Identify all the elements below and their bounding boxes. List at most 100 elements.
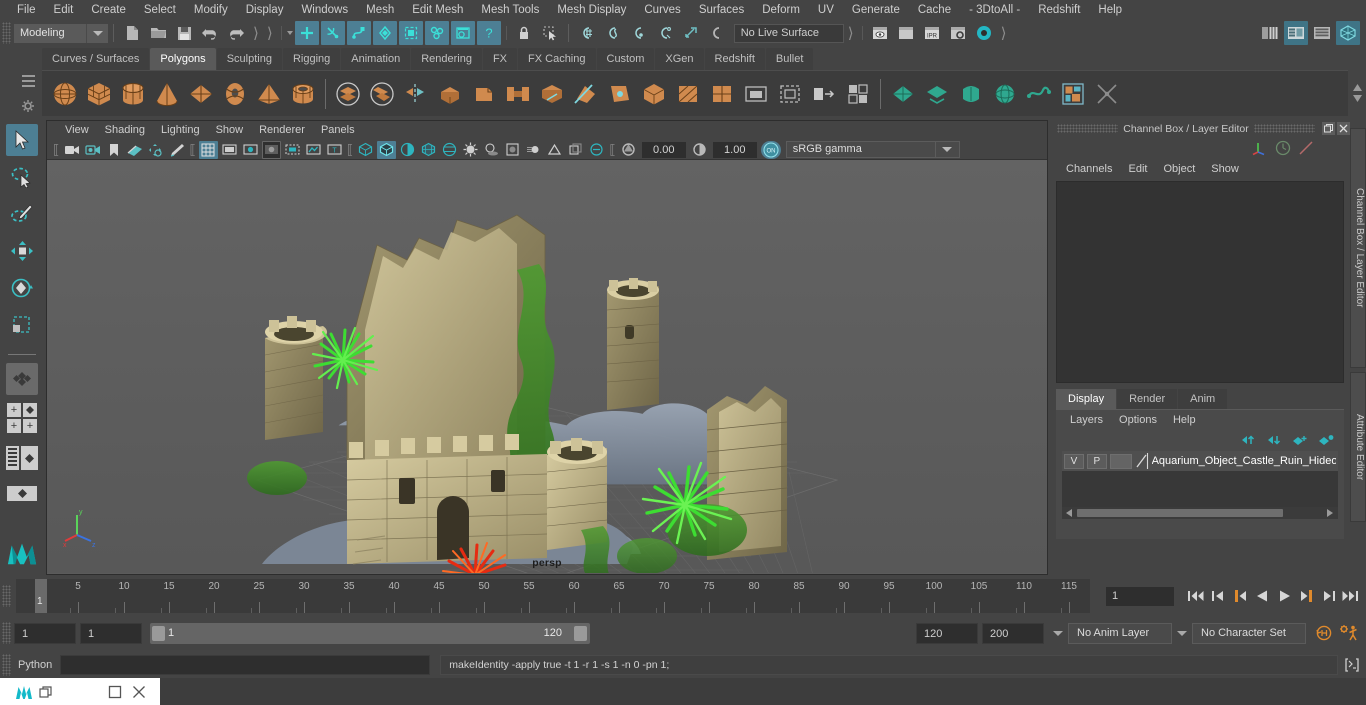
poly-cone-icon[interactable]	[150, 74, 184, 114]
layer-color-swatch[interactable]	[1109, 453, 1132, 469]
layer-menu-layers[interactable]: Layers	[1062, 414, 1111, 426]
auto-keyframe-icon[interactable]	[1312, 622, 1336, 644]
save-scene-icon[interactable]	[172, 21, 196, 45]
maya-app-icon[interactable]	[14, 681, 34, 702]
color-management-icon[interactable]: ON	[760, 140, 781, 159]
snap-projected-icon[interactable]	[653, 21, 677, 45]
poly-bevel-icon[interactable]	[467, 74, 501, 114]
film-gate-icon[interactable]	[220, 141, 239, 159]
select-mask-dynamics-icon[interactable]	[450, 21, 475, 45]
layer-tab-display[interactable]: Display	[1056, 389, 1117, 409]
viewport-menu-shading[interactable]: Shading	[97, 121, 153, 140]
sidebar-toggle-icon[interactable]	[1258, 21, 1282, 45]
grease-pencil-icon[interactable]	[167, 141, 186, 159]
snap-grid-icon[interactable]	[575, 21, 599, 45]
resolution-gate-icon[interactable]	[241, 141, 260, 159]
status-line-grip[interactable]	[2, 22, 11, 44]
menu-select[interactable]: Select	[135, 0, 185, 20]
new-layer-icon[interactable]	[1292, 434, 1308, 446]
poly-transfer-icon[interactable]	[807, 74, 841, 114]
poly-target-weld-icon[interactable]	[603, 74, 637, 114]
poly-mirror-icon[interactable]	[399, 74, 433, 114]
exposure-icon[interactable]	[619, 141, 638, 159]
shelf-tab-xgen[interactable]: XGen	[655, 48, 704, 70]
time-slider-grip[interactable]	[2, 585, 11, 607]
quick-layout-outliner[interactable]	[6, 441, 38, 475]
channel-menu-object[interactable]: Object	[1155, 163, 1203, 175]
undo-icon[interactable]	[198, 21, 222, 45]
menu-edit-mesh[interactable]: Edit Mesh	[403, 0, 472, 20]
shelf-tab-rigging[interactable]: Rigging	[282, 48, 341, 70]
step-back-keyframe-icon[interactable]	[1208, 585, 1228, 607]
shelf-tab-polygons[interactable]: Polygons	[150, 48, 216, 70]
ipr-render-icon[interactable]: IPR	[920, 21, 944, 45]
select-mask-misc-icon[interactable]	[424, 21, 449, 45]
motion-blur-icon[interactable]	[524, 141, 543, 159]
character-set-chevron-down-icon[interactable]	[1172, 623, 1192, 644]
menu-uv[interactable]: UV	[809, 0, 843, 20]
layer-visibility-toggle[interactable]: V	[1064, 453, 1084, 469]
menu-display[interactable]: Display	[237, 0, 293, 20]
layer-row[interactable]: V P Aquarium_Object_Castle_Ruin_Hideo	[1062, 451, 1338, 471]
poly-append-icon[interactable]	[535, 74, 569, 114]
select-by-hierarchy-icon[interactable]	[294, 21, 319, 45]
layer-tab-anim[interactable]: Anim	[1178, 389, 1228, 409]
range-end-field[interactable]: 120	[916, 622, 978, 644]
lock-icon[interactable]	[512, 21, 536, 45]
channel-box-list[interactable]	[1056, 181, 1344, 383]
texture-icon[interactable]	[440, 141, 459, 159]
menu-mesh-tools[interactable]: Mesh Tools	[472, 0, 548, 20]
shelf-tab-bullet[interactable]: Bullet	[765, 48, 814, 70]
poly-multicut-icon[interactable]	[569, 74, 603, 114]
clock-gizmo-icon[interactable]	[1275, 140, 1291, 156]
script-editor-icon[interactable]	[1342, 655, 1362, 675]
lasso-select-tool[interactable]	[6, 161, 38, 193]
shelf-scroll-arrows[interactable]	[1348, 70, 1366, 116]
wireframe-on-shaded-icon[interactable]	[419, 141, 438, 159]
viewport-menu-renderer[interactable]: Renderer	[251, 121, 313, 140]
slash-gizmo-icon[interactable]	[1298, 140, 1314, 156]
gate-mask-icon[interactable]	[261, 140, 281, 159]
poly-pyramid-icon[interactable]	[252, 74, 286, 114]
color-transform-chevron-down-icon[interactable]	[935, 141, 960, 158]
xray-icon[interactable]	[587, 141, 606, 159]
menu-redshift[interactable]: Redshift	[1029, 0, 1089, 20]
move-layer-up-icon[interactable]	[1240, 434, 1256, 446]
poly-cube-icon[interactable]	[82, 74, 116, 114]
channel-menu-edit[interactable]: Edit	[1120, 163, 1155, 175]
poly-extrude-icon[interactable]	[433, 74, 467, 114]
shelf-tab-fx-caching[interactable]: FX Caching	[518, 48, 596, 70]
render-frame-icon[interactable]	[894, 21, 918, 45]
go-to-start-icon[interactable]	[1186, 585, 1206, 607]
menu-set-selector[interactable]: Modeling	[14, 23, 108, 43]
close-icon[interactable]	[132, 685, 146, 699]
poly-boolean-icon[interactable]	[331, 74, 365, 114]
maximize-icon[interactable]	[108, 685, 122, 699]
menu-create[interactable]: Create	[82, 0, 135, 20]
menu-surfaces[interactable]: Surfaces	[690, 0, 753, 20]
viewport-menu-lighting[interactable]: Lighting	[153, 121, 208, 140]
range-start-field[interactable]: 1	[80, 622, 142, 644]
character-set-select[interactable]: No Character Set	[1192, 622, 1306, 644]
menu-modify[interactable]: Modify	[185, 0, 237, 20]
wireframe-icon[interactable]	[356, 141, 375, 159]
smooth-shade-icon[interactable]	[377, 140, 397, 159]
undock-icon[interactable]	[1322, 122, 1335, 135]
step-forward-frame-icon[interactable]	[1296, 585, 1316, 607]
highlight-selection-icon[interactable]	[538, 21, 562, 45]
layer-list-hscrollbar[interactable]	[1062, 507, 1338, 519]
viewport-canvas[interactable]: y x z persp	[47, 160, 1047, 573]
menu-mesh[interactable]: Mesh	[357, 0, 403, 20]
gamma-field[interactable]: 1.00	[712, 141, 757, 158]
menu-cache[interactable]: Cache	[909, 0, 960, 20]
menu-3dtoall[interactable]: - 3DtoAll -	[960, 0, 1029, 20]
side-tab-attribute-editor[interactable]: Attribute Editor	[1350, 372, 1366, 522]
command-language-label[interactable]: Python	[18, 659, 52, 671]
go-to-end-icon[interactable]	[1340, 585, 1360, 607]
open-scene-icon[interactable]	[146, 21, 170, 45]
right-panel-grip-left[interactable]	[1057, 124, 1119, 133]
select-by-object-icon[interactable]	[320, 21, 345, 45]
gamma-icon[interactable]	[690, 141, 709, 159]
move-tool[interactable]	[6, 235, 38, 267]
menu-generate[interactable]: Generate	[843, 0, 909, 20]
